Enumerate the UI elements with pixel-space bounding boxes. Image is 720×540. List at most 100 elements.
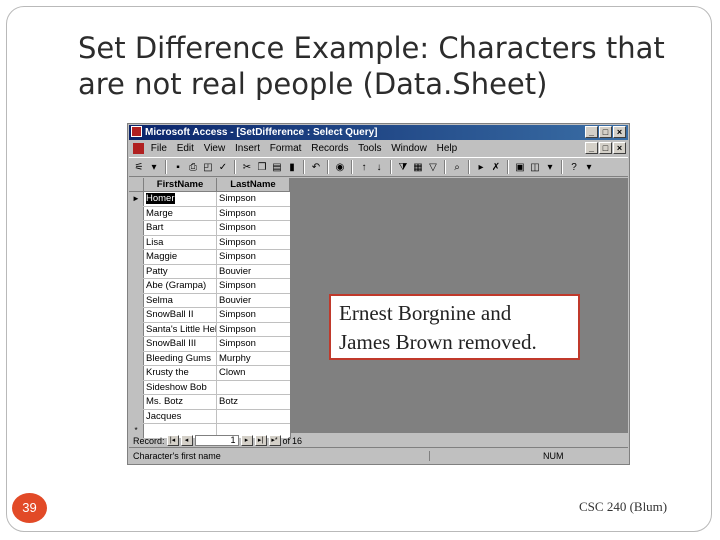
cell-lastname[interactable]: Simpson <box>217 221 290 235</box>
menu-insert[interactable]: Insert <box>235 143 260 154</box>
cell-lastname[interactable]: Murphy <box>217 352 290 366</box>
row-selector[interactable] <box>129 395 144 409</box>
cell-lastname[interactable]: Simpson <box>217 207 290 221</box>
cell-firstname[interactable]: SnowBall II <box>144 308 217 322</box>
column-header-lastname[interactable]: LastName <box>217 178 290 191</box>
doc-close-button[interactable]: × <box>613 142 626 154</box>
cut-icon[interactable]: ✂ <box>241 161 253 173</box>
table-row[interactable]: Krusty the Clown <box>129 366 290 381</box>
table-row[interactable]: SnowBall II Simpson <box>129 308 290 323</box>
filter-by-form-icon[interactable]: ▦ <box>412 161 424 173</box>
cell-lastname[interactable]: Simpson <box>217 236 290 250</box>
menu-format[interactable]: Format <box>270 143 302 154</box>
cell-firstname[interactable]: Patty <box>144 264 217 278</box>
database-window-icon[interactable]: ▣ <box>514 161 526 173</box>
next-record-button[interactable]: ▸ <box>240 435 253 446</box>
table-row[interactable]: SnowBall III Simpson <box>129 337 290 352</box>
cell-firstname[interactable]: Marge <box>144 206 217 220</box>
menu-file[interactable]: File <box>151 143 167 154</box>
cell-firstname[interactable]: Abe (Grampa) <box>144 279 217 293</box>
help-icon[interactable]: ? <box>568 161 580 173</box>
table-row[interactable]: Bart Simpson <box>129 221 290 236</box>
cell-firstname[interactable]: Ms. Botz <box>144 395 217 409</box>
query-document-icon[interactable] <box>133 143 144 154</box>
current-record-input[interactable]: 1 <box>194 435 239 446</box>
row-selector[interactable] <box>129 380 144 394</box>
row-selector[interactable] <box>129 351 144 365</box>
view-icon[interactable]: ⚟ <box>133 161 145 173</box>
row-selector[interactable] <box>129 221 144 235</box>
table-row[interactable]: Selma Bouvier <box>129 293 290 308</box>
insert-hyperlink-icon[interactable]: ◉ <box>334 161 346 173</box>
cell-lastname[interactable]: Simpson <box>217 192 290 206</box>
table-row[interactable]: Patty Bouvier <box>129 264 290 279</box>
cell-firstname[interactable]: Krusty the <box>144 366 217 380</box>
dropdown-arrow-icon[interactable]: ▾ <box>544 161 556 173</box>
print-icon[interactable]: ⎙ <box>187 161 199 173</box>
paste-icon[interactable]: ▤ <box>271 161 283 173</box>
minimize-button[interactable]: _ <box>585 126 598 138</box>
table-row[interactable]: Ms. Botz Botz <box>129 395 290 410</box>
save-icon[interactable]: ▪ <box>172 161 184 173</box>
table-row[interactable]: Maggie Simpson <box>129 250 290 265</box>
table-row[interactable]: Sideshow Bob <box>129 380 290 395</box>
cell-lastname[interactable]: Simpson <box>217 279 290 293</box>
previous-record-button[interactable]: ◂ <box>180 435 193 446</box>
table-row[interactable]: Marge Simpson <box>129 206 290 221</box>
table-row[interactable]: Santa's Little HelperSimpson <box>129 322 290 337</box>
row-selector[interactable] <box>129 293 144 307</box>
cell-lastname[interactable]: Clown <box>217 366 290 380</box>
row-selector[interactable] <box>129 322 144 336</box>
row-selector[interactable] <box>129 250 144 264</box>
menu-window[interactable]: Window <box>391 143 427 154</box>
cell-firstname[interactable]: Selma <box>144 293 217 307</box>
menu-view[interactable]: View <box>204 143 226 154</box>
row-selector[interactable] <box>129 206 144 220</box>
row-selector[interactable] <box>129 337 144 351</box>
new-object-icon[interactable]: ◫ <box>529 161 541 173</box>
find-icon[interactable]: ⌕ <box>451 161 463 173</box>
cell-lastname[interactable]: Simpson <box>217 308 290 322</box>
table-row[interactable]: ► Homer Simpson <box>129 192 290 207</box>
cell-firstname[interactable]: Homer <box>144 192 217 206</box>
cell-firstname[interactable]: Maggie <box>144 250 217 264</box>
format-painter-icon[interactable]: ▮ <box>286 161 298 173</box>
sort-ascending-icon[interactable]: ↑ <box>358 161 370 173</box>
table-row[interactable]: Lisa Simpson <box>129 235 290 250</box>
row-selector[interactable] <box>129 409 144 423</box>
cell-firstname[interactable]: SnowBall III <box>144 337 217 351</box>
last-record-button[interactable]: ▸| <box>254 435 267 446</box>
first-record-button[interactable]: |◂ <box>166 435 179 446</box>
column-header-firstname[interactable]: FirstName <box>144 178 217 191</box>
row-selector[interactable] <box>129 264 144 278</box>
row-selector[interactable] <box>129 235 144 249</box>
cell-lastname[interactable]: Bouvier <box>217 265 290 279</box>
print-preview-icon[interactable]: ◰ <box>202 161 214 173</box>
cell-lastname[interactable] <box>217 381 290 395</box>
cell-firstname[interactable]: Lisa <box>144 235 217 249</box>
close-button[interactable]: × <box>613 126 626 138</box>
row-selector[interactable] <box>129 308 144 322</box>
cell-firstname[interactable]: Bleeding Gums <box>144 351 217 365</box>
window-titlebar[interactable]: Microsoft Access - [SetDifference : Sele… <box>129 125 628 140</box>
table-row[interactable]: Abe (Grampa) Simpson <box>129 279 290 294</box>
spelling-icon[interactable]: ✓ <box>217 161 229 173</box>
doc-restore-button[interactable]: □ <box>599 142 612 154</box>
cell-firstname[interactable]: Bart <box>144 221 217 235</box>
table-row[interactable]: Jacques <box>129 409 290 424</box>
menu-help[interactable]: Help <box>437 143 458 154</box>
dropdown-arrow-icon[interactable]: ▾ <box>583 161 595 173</box>
menu-tools[interactable]: Tools <box>358 143 381 154</box>
current-record-marker[interactable]: ► <box>129 192 144 206</box>
new-record-button[interactable]: ▸* <box>268 435 281 446</box>
row-selector[interactable] <box>129 366 144 380</box>
cell-lastname[interactable] <box>217 410 290 424</box>
cell-firstname[interactable]: Jacques <box>144 409 217 423</box>
filter-by-selection-icon[interactable]: ⧩ <box>397 161 409 173</box>
new-record-icon[interactable]: ▸ <box>475 161 487 173</box>
select-all-corner[interactable] <box>129 178 144 191</box>
cell-lastname[interactable]: Simpson <box>217 337 290 351</box>
cell-firstname[interactable]: Sideshow Bob <box>144 380 217 394</box>
menu-records[interactable]: Records <box>311 143 348 154</box>
cell-lastname[interactable]: Simpson <box>217 323 290 337</box>
